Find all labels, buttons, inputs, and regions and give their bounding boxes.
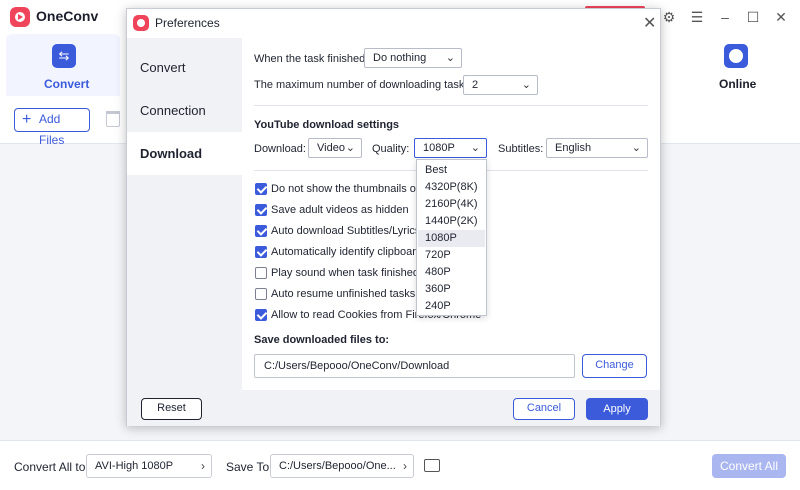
preferences-sidebar: Convert Connection Download	[127, 38, 242, 390]
apply-button[interactable]: Apply	[586, 398, 648, 420]
download-type-select[interactable]: Video ⌄	[308, 138, 362, 158]
change-path-button[interactable]: Change	[582, 354, 647, 378]
folder-icon[interactable]	[424, 459, 440, 472]
quality-option[interactable]: 360P	[418, 281, 485, 298]
maximize-icon[interactable]: ☐	[744, 8, 762, 26]
convert-arrows-icon: ⇆	[52, 44, 76, 68]
checkbox-label: Play sound when task finished	[271, 267, 419, 279]
checkbox-label: Do not show the thumbnails of	[271, 183, 419, 195]
checkbox-hide-thumbnails[interactable]	[255, 183, 267, 195]
chevron-right-icon: ›	[403, 459, 407, 473]
app-logo-icon	[133, 15, 149, 31]
app-name: OneConv	[36, 8, 99, 24]
quality-option[interactable]: 4320P(8K)	[418, 179, 485, 196]
save-to-value: C:/Users/Bepooo/One...	[279, 460, 396, 472]
task-finished-select[interactable]: Do nothing ⌄	[364, 48, 462, 68]
sidebar-item-convert[interactable]: Convert	[127, 46, 242, 89]
nav-online-label[interactable]: Online	[719, 77, 756, 91]
youtube-section-title: YouTube download settings	[254, 119, 400, 131]
convert-all-to-label: Convert All to:	[14, 460, 89, 474]
chevron-down-icon: ⌄	[345, 142, 355, 154]
chevron-right-icon: ›	[201, 459, 205, 473]
subtitles-label: Subtitles:	[498, 143, 544, 155]
quality-dropdown-list: Best 4320P(8K) 2160P(4K) 1440P(2K) 1080P…	[416, 159, 487, 316]
settings-gear-icon[interactable]: ⚙	[660, 8, 678, 26]
preferences-dialog: Preferences ✕ Convert Connection Downloa…	[126, 8, 661, 426]
menu-icon[interactable]: ☰	[688, 8, 706, 26]
quality-option[interactable]: 720P	[418, 247, 485, 264]
checkbox-read-cookies[interactable]	[255, 309, 267, 321]
output-format-value: AVI-High 1080P	[95, 460, 174, 472]
checkbox-adult-hidden[interactable]	[255, 204, 267, 216]
save-to-label: Save To:	[226, 460, 273, 474]
quality-option[interactable]: 240P	[418, 298, 485, 315]
save-path-title: Save downloaded files to:	[254, 334, 390, 346]
chevron-down-icon: ⌄	[521, 79, 531, 91]
quality-option[interactable]: 480P	[418, 264, 485, 281]
task-finished-value: Do nothing	[373, 52, 427, 64]
quality-option[interactable]: 1440P(2K)	[418, 213, 485, 230]
dialog-close-icon[interactable]: ✕	[643, 13, 656, 33]
max-tasks-select[interactable]: 2 ⌄	[463, 75, 538, 95]
sidebar-item-download[interactable]: Download	[127, 132, 242, 175]
max-tasks-label: The maximum number of downloading tasks:	[254, 79, 473, 91]
checkbox-identify-clipboard[interactable]	[255, 246, 267, 258]
task-finished-label: When the task finished	[254, 53, 366, 65]
dialog-title: Preferences	[155, 16, 220, 30]
quality-value: 1080P	[423, 142, 455, 154]
max-tasks-value: 2	[472, 79, 479, 91]
cancel-button[interactable]: Cancel	[513, 398, 575, 420]
quality-option[interactable]: Best	[418, 162, 485, 179]
reset-button[interactable]: Reset	[141, 398, 202, 420]
download-type-label: Download:	[254, 143, 306, 155]
dialog-footer	[127, 390, 660, 426]
checkbox-auto-resume[interactable]	[255, 288, 267, 300]
checkbox-play-sound[interactable]	[255, 267, 267, 279]
nav-convert-label[interactable]: Convert	[44, 77, 89, 91]
quality-label: Quality:	[372, 143, 410, 155]
convert-all-button[interactable]: Convert All	[712, 454, 786, 478]
subtitles-value: English	[555, 142, 592, 154]
trash-icon[interactable]	[106, 111, 120, 127]
checkbox-label: Save adult videos as hidden	[271, 204, 409, 216]
chevron-down-icon: ⌄	[445, 52, 455, 64]
app-logo-icon	[10, 7, 30, 27]
sidebar-item-connection[interactable]: Connection	[127, 89, 242, 132]
online-globe-icon[interactable]	[724, 44, 748, 68]
checkbox-label: Automatically identify clipboard	[271, 246, 423, 258]
subtitles-select[interactable]: English ⌄	[546, 138, 648, 158]
close-icon[interactable]: ✕	[772, 8, 790, 26]
output-format-select[interactable]: AVI-High 1080P ›	[86, 454, 212, 478]
quality-option[interactable]: 2160P(4K)	[418, 196, 485, 213]
divider	[254, 105, 648, 106]
checkbox-auto-subtitles[interactable]	[255, 225, 267, 237]
minimize-icon[interactable]: –	[716, 8, 734, 26]
chevron-down-icon: ⌄	[470, 142, 480, 154]
save-to-select[interactable]: C:/Users/Bepooo/One... ›	[270, 454, 414, 478]
chevron-down-icon: ⌄	[631, 142, 641, 154]
checkbox-label: Auto resume unfinished tasks o	[271, 288, 425, 300]
quality-select[interactable]: 1080P ⌄	[414, 138, 487, 158]
save-path-input[interactable]: C:/Users/Bepooo/OneConv/Download	[254, 354, 575, 378]
download-type-value: Video	[317, 142, 345, 154]
quality-option-selected[interactable]: 1080P	[418, 230, 485, 247]
plus-icon: +	[22, 111, 32, 128]
checkbox-label: Auto download Subtitles/Lyrics	[271, 225, 421, 237]
